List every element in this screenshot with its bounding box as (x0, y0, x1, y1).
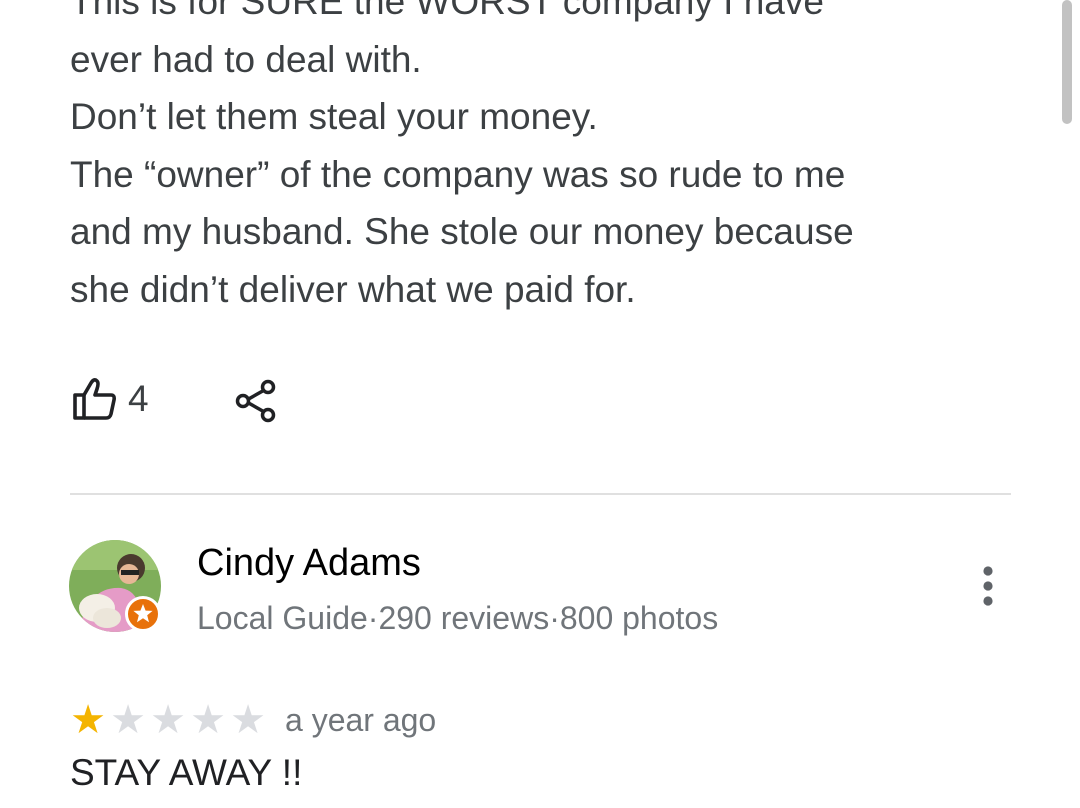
thumbs-up-icon (73, 378, 116, 420)
review-text-line: she didn’t deliver what we paid for. (70, 268, 636, 310)
share-button[interactable] (232, 376, 282, 426)
star-empty-icon: ★ (110, 698, 146, 742)
review-text-line: and my husband. She stole our money beca… (70, 211, 854, 252)
review-text: STAY AWAY !! (70, 752, 303, 793)
review-text-line: This is for SURE the WORST company I hav… (70, 0, 824, 22)
star-empty-icon: ★ (190, 698, 226, 742)
review-text: This is for SURE the WORST company I hav… (70, 0, 970, 318)
divider (70, 493, 1011, 495)
review-text-line: ever had to deal with. (70, 38, 422, 80)
review-time: a year ago (285, 702, 437, 738)
reviewer-name[interactable]: Cindy Adams (197, 542, 421, 585)
like-count: 4 (128, 378, 149, 419)
review-text-line: Don’t let them steal your money. (70, 96, 598, 137)
more-vert-icon (983, 566, 993, 606)
star-filled-icon: ★ (70, 698, 106, 742)
star-empty-icon: ★ (150, 698, 186, 742)
star-rating: ★ ★ ★ ★ ★ (68, 698, 268, 742)
scrollbar[interactable] (1062, 0, 1072, 124)
share-icon (235, 379, 276, 423)
avatar[interactable] (69, 540, 161, 632)
review-text-line: The “owner” of the company was so rude t… (70, 153, 846, 195)
star-empty-icon: ★ (230, 698, 266, 742)
reviewer-meta: Local Guide·290 reviews·800 photos (197, 600, 719, 636)
more-options-button[interactable] (968, 563, 1008, 611)
local-guide-badge-icon (125, 596, 161, 632)
like-button[interactable]: 4 (70, 374, 149, 424)
